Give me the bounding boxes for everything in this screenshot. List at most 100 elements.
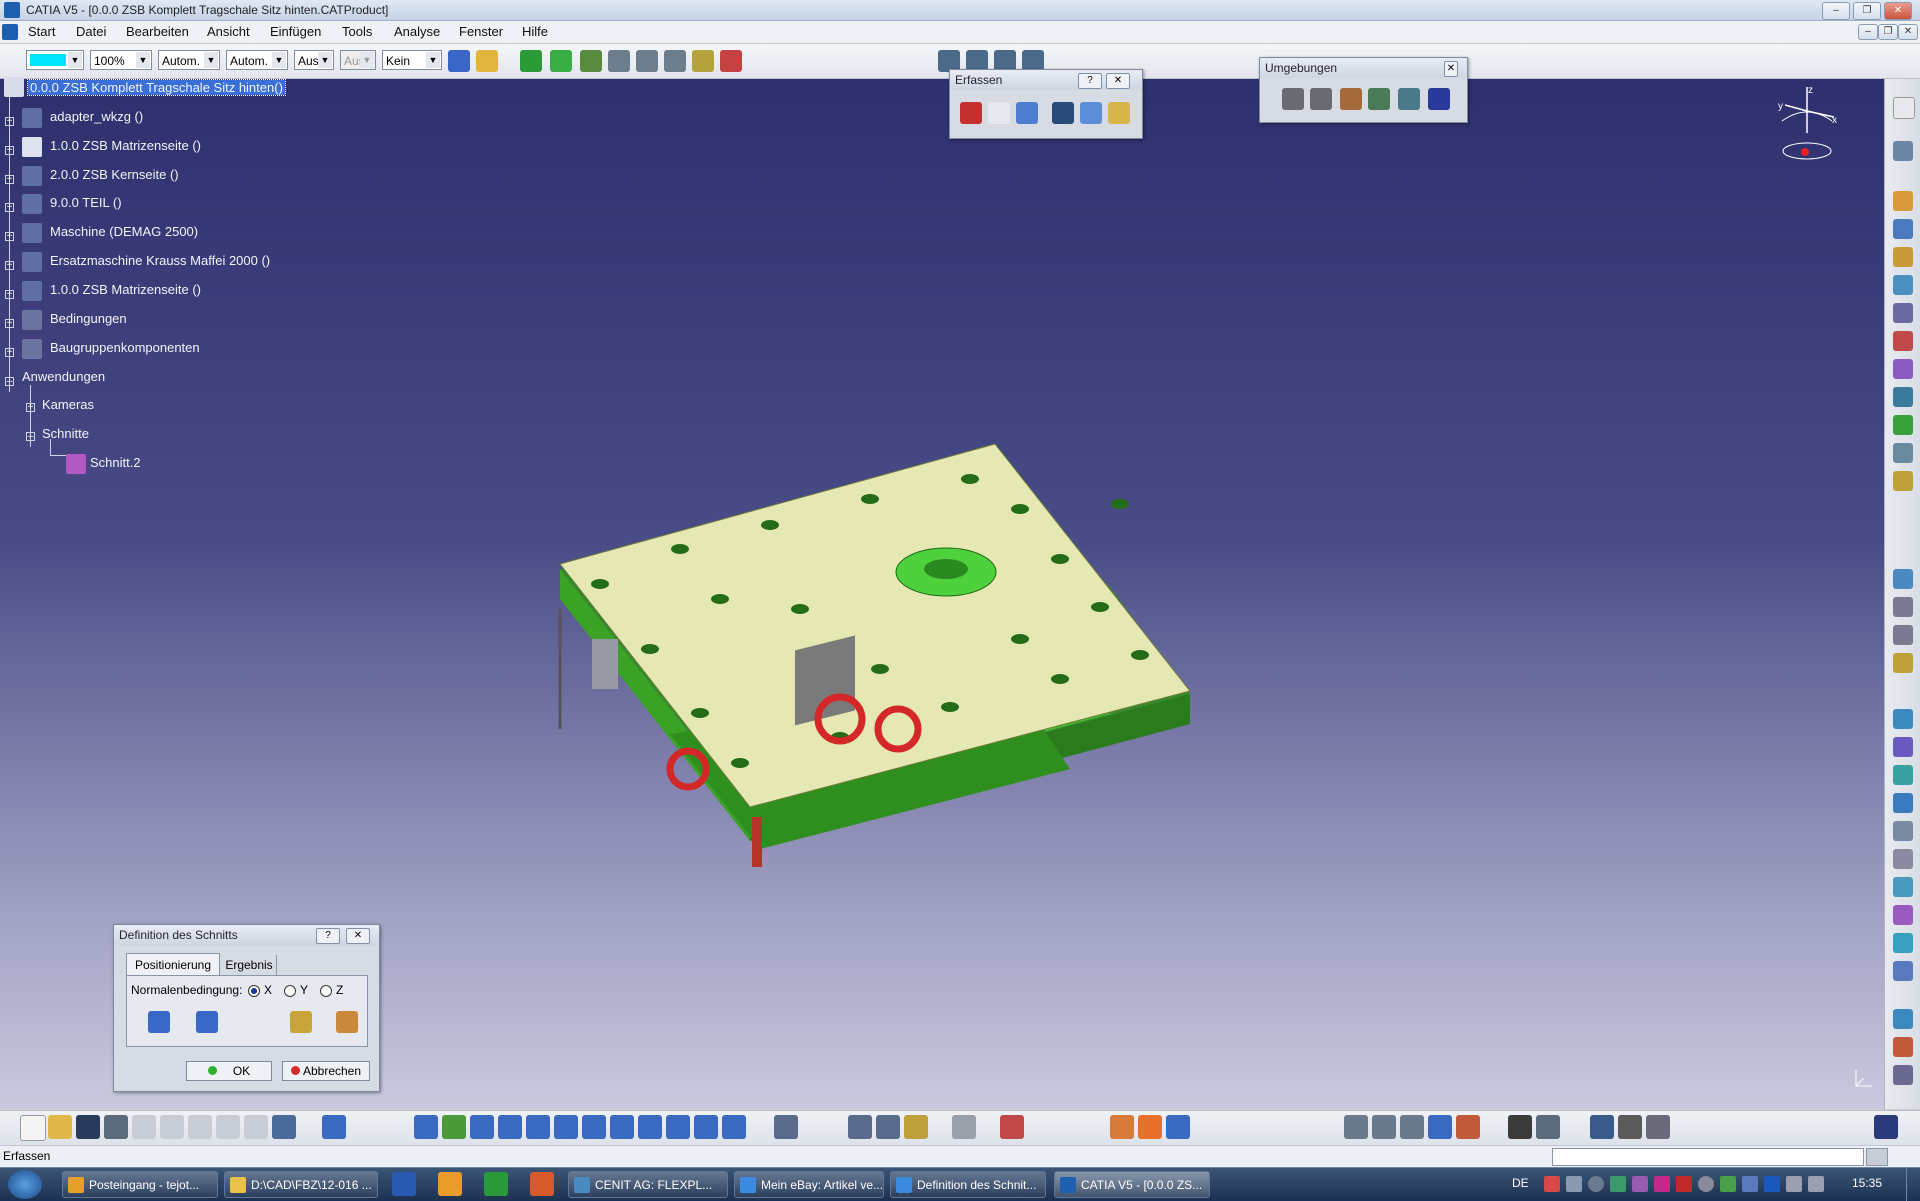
fit-all-icon[interactable] — [442, 1115, 466, 1139]
expand-icon[interactable]: + — [26, 403, 35, 413]
reorder-icon[interactable] — [1893, 387, 1913, 407]
tray-app-icon[interactable] — [1588, 1176, 1604, 1192]
tree-item[interactable]: 1.0.0 ZSB Matrizenseite () — [50, 282, 201, 297]
help-button[interactable]: ? — [316, 928, 340, 944]
invert-normal-icon[interactable] — [290, 1011, 312, 1033]
graph-tree-icon[interactable] — [1893, 331, 1913, 351]
geometric-target-icon[interactable] — [196, 1011, 218, 1033]
new-file-icon[interactable] — [20, 1115, 46, 1141]
collapse-icon[interactable]: – — [5, 377, 14, 387]
manipulate-icon[interactable] — [636, 50, 658, 72]
doc-restore-button[interactable]: ❐ — [1878, 24, 1898, 40]
text-tool-icon[interactable] — [1372, 1115, 1396, 1139]
multi-instance-icon[interactable] — [1893, 443, 1913, 463]
tree-item[interactable]: Baugruppenkomponenten — [50, 340, 200, 355]
rotate-icon[interactable] — [498, 1115, 522, 1139]
tray-app-icon[interactable] — [1632, 1176, 1648, 1192]
properties-icon[interactable] — [476, 50, 498, 72]
help-button[interactable]: ? — [1078, 73, 1102, 89]
ok-button[interactable]: OK — [186, 1061, 272, 1081]
minimize-button[interactable]: – — [1822, 2, 1850, 20]
show-desktop-button[interactable] — [1906, 1168, 1920, 1201]
expand-icon[interactable]: + — [5, 117, 14, 127]
cut-icon[interactable] — [132, 1115, 156, 1139]
normal-view-icon[interactable] — [582, 1115, 606, 1139]
manipulate-icon[interactable] — [1893, 569, 1913, 589]
parameter-icon[interactable] — [1646, 1115, 1670, 1139]
tree-item[interactable]: Bedingungen — [50, 311, 127, 326]
menu-ansicht[interactable]: Ansicht — [207, 24, 250, 39]
measure-icon[interactable] — [1108, 102, 1130, 124]
radio-x[interactable] — [248, 985, 260, 997]
quick-constraint-icon[interactable] — [1893, 877, 1913, 897]
tray-app-icon[interactable] — [1544, 1176, 1560, 1192]
catalog-browser-icon[interactable] — [1110, 1115, 1134, 1139]
image-icon[interactable] — [1080, 102, 1102, 124]
media-icon[interactable] — [438, 1172, 462, 1196]
change-constraint-icon[interactable] — [1893, 933, 1913, 953]
annotation-tool-icon[interactable] — [1344, 1115, 1368, 1139]
shading-icon[interactable] — [666, 1115, 690, 1139]
close-panel-button[interactable]: ✕ — [1106, 73, 1130, 89]
bluetooth-icon[interactable] — [1764, 1176, 1780, 1192]
select-arrow-icon[interactable] — [1893, 97, 1915, 119]
taskbar-item-ebay[interactable]: Mein eBay: Artikel ve... — [734, 1171, 884, 1198]
excel-icon[interactable] — [484, 1172, 508, 1196]
explode-icon[interactable] — [608, 50, 630, 72]
tree-item-kameras[interactable]: Kameras — [42, 397, 94, 412]
expand-icon[interactable]: + — [5, 146, 14, 156]
tree-item-schnitt[interactable]: Schnitt.2 — [90, 455, 141, 470]
point-combo[interactable]: Aus ▼ — [294, 50, 334, 70]
gear-icon[interactable] — [1282, 88, 1304, 110]
environment-icon[interactable] — [1368, 88, 1390, 110]
tree-item[interactable]: 1.0.0 ZSB Matrizenseite () — [50, 138, 201, 153]
stop-manipulate-icon[interactable] — [1893, 653, 1913, 673]
select-arrow-icon[interactable] — [988, 102, 1010, 124]
lineweight-combo[interactable]: Autom. ▼ — [226, 50, 288, 70]
knowledge-icon[interactable] — [1428, 1115, 1452, 1139]
taskbar-item-schnitt[interactable]: Definition des Schnit... — [890, 1171, 1046, 1198]
grid-icon[interactable] — [1000, 1115, 1024, 1139]
catalog-icon[interactable] — [1893, 191, 1913, 211]
doc-minimize-button[interactable]: – — [1858, 24, 1878, 40]
cancel-button[interactable]: Abbrechen — [282, 1061, 370, 1081]
taskbar-item-outlook[interactable]: Posteingang - tejot... — [62, 1171, 218, 1198]
tree-item-anwendungen[interactable]: Anwendungen — [22, 369, 105, 384]
tray-app-icon[interactable] — [1720, 1176, 1736, 1192]
taskbar-item-explorer[interactable]: D:\CAD\FBZ\12-016 ... — [224, 1171, 378, 1198]
layer-combo[interactable]: Kein ▼ — [382, 50, 442, 70]
apply-material-icon[interactable] — [1166, 1115, 1190, 1139]
reset-icon[interactable] — [1893, 415, 1913, 435]
fix-icon[interactable] — [1893, 821, 1913, 841]
collapse-icon[interactable]: – — [26, 432, 35, 442]
snap-icon[interactable] — [580, 50, 602, 72]
tray-app-icon[interactable] — [1566, 1176, 1582, 1192]
swap-space-icon[interactable] — [722, 1115, 746, 1139]
offset-icon[interactable] — [1893, 765, 1913, 785]
transparency-combo[interactable]: 100% ▼ — [90, 50, 152, 70]
tab-ergebnis[interactable]: Ergebnis — [222, 955, 277, 975]
tree-item[interactable]: Ersatzmaschine Krauss Maffei 2000 () — [50, 253, 270, 268]
tray-app-icon[interactable] — [1676, 1176, 1692, 1192]
move-icon[interactable] — [550, 50, 572, 72]
measure-icon[interactable] — [774, 1115, 798, 1139]
close-button[interactable]: ✕ — [1884, 2, 1912, 20]
hide-show-icon[interactable] — [694, 1115, 718, 1139]
render-icon[interactable] — [1138, 1115, 1162, 1139]
camera-icon[interactable] — [1398, 88, 1420, 110]
app-menu-icon[interactable] — [2, 24, 18, 40]
tray-app-icon[interactable] — [1742, 1176, 1758, 1192]
command-input[interactable] — [1552, 1148, 1864, 1166]
expand-icon[interactable]: + — [5, 348, 14, 358]
table-icon[interactable] — [1590, 1115, 1614, 1139]
fly-icon[interactable] — [1893, 141, 1913, 161]
angle-icon[interactable] — [1893, 793, 1913, 813]
light-icon[interactable] — [1340, 88, 1362, 110]
expand-icon[interactable]: + — [5, 232, 14, 242]
flag-note-icon[interactable] — [1400, 1115, 1424, 1139]
linetype-combo[interactable]: Autom. ▼ — [158, 50, 220, 70]
expand-icon[interactable]: + — [5, 203, 14, 213]
tray-app-icon[interactable] — [1610, 1176, 1626, 1192]
expand-icon[interactable]: + — [5, 319, 14, 329]
text-icon[interactable] — [1893, 1037, 1913, 1057]
